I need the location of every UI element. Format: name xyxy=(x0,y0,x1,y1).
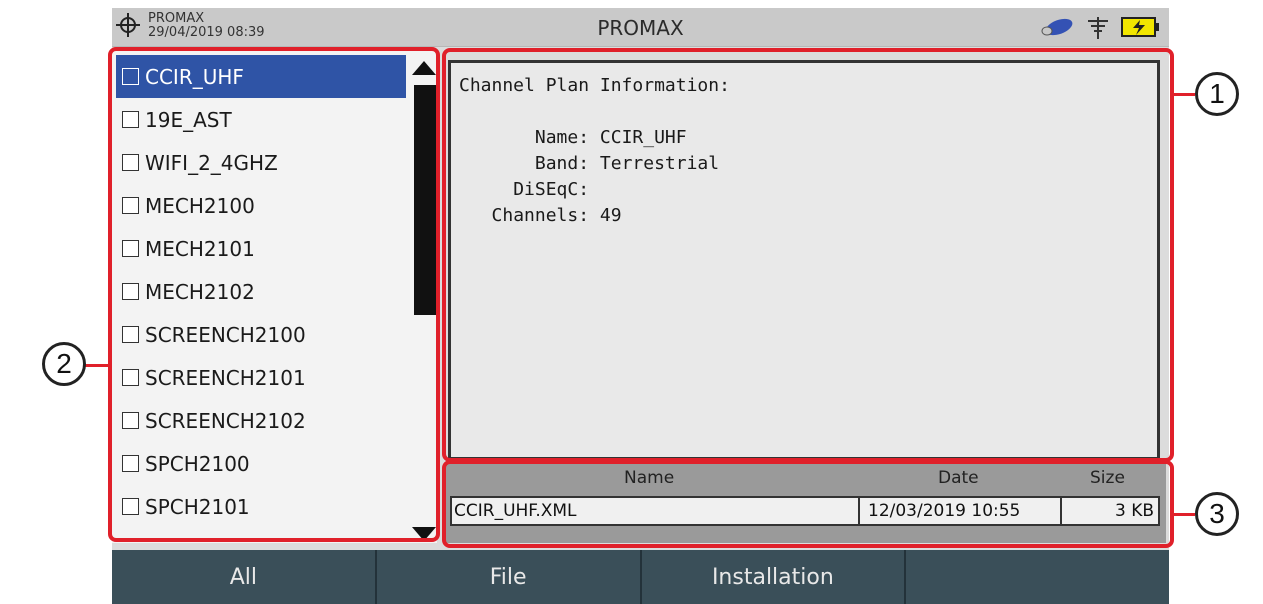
battery-charging-icon xyxy=(1121,17,1159,37)
callout-box-info xyxy=(442,48,1174,462)
callout-leader xyxy=(1173,513,1195,516)
callout-1: 1 xyxy=(1195,72,1239,116)
callout-2: 2 xyxy=(42,342,86,386)
status-header: PROMAX 29/04/2019 08:39 PROMAX xyxy=(112,8,1169,47)
status-icons xyxy=(1041,15,1161,39)
usb-drive-icon xyxy=(1041,18,1073,36)
callout-3: 3 xyxy=(1195,492,1239,536)
header-title: PROMAX xyxy=(597,16,684,40)
callout-leader xyxy=(84,364,110,367)
callout-leader xyxy=(1173,93,1195,96)
callout-box-file xyxy=(442,460,1174,548)
antenna-icon xyxy=(1088,17,1108,39)
callout-box-list xyxy=(108,47,440,542)
